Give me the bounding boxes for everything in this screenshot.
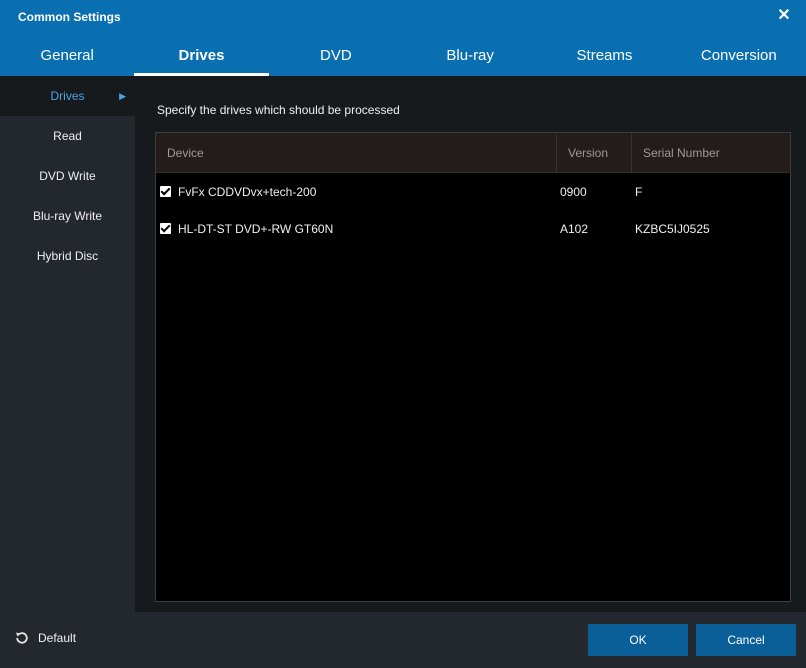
- drives-table: Device Version Serial Number FvFx CDDVDv…: [155, 132, 791, 602]
- sidebar-item-label: Blu-ray Write: [32, 209, 103, 223]
- device-cell: HL-DT-ST DVD+-RW GT60N: [156, 222, 557, 236]
- sidebar-item-drives[interactable]: Drives ▶: [0, 76, 135, 116]
- title-bar: Common Settings ✕ General Drives DVD Blu…: [0, 0, 806, 76]
- table-header: Device Version Serial Number: [156, 133, 790, 173]
- serial-cell: F: [635, 184, 643, 199]
- dialog-footer: Default OK Cancel: [0, 612, 806, 668]
- table-row[interactable]: FvFx CDDVDvx+tech-200 0900 F: [156, 173, 790, 210]
- sidebar-item-label: Read: [53, 129, 82, 143]
- sidebar-item-read[interactable]: Read: [0, 116, 135, 156]
- tab-bar: General Drives DVD Blu-ray Streams Conve…: [0, 40, 806, 76]
- device-name: HL-DT-ST DVD+-RW GT60N: [178, 221, 334, 236]
- version-cell: A102: [560, 221, 589, 236]
- device-name: FvFx CDDVDvx+tech-200: [178, 184, 317, 199]
- sidebar-item-label: DVD Write: [39, 169, 96, 183]
- sidebar-item-hybrid-disc[interactable]: Hybrid Disc: [0, 236, 135, 276]
- reset-icon: [16, 632, 28, 644]
- chevron-right-icon: ▶: [119, 91, 126, 101]
- cancel-button[interactable]: Cancel: [696, 624, 796, 656]
- window-title: Common Settings: [18, 10, 121, 24]
- instruction-text: Specify the drives which should be proce…: [157, 103, 400, 117]
- serial-cell: KZBC5IJ0525: [635, 221, 710, 236]
- device-cell: FvFx CDDVDvx+tech-200: [156, 185, 557, 199]
- sidebar-item-label: Hybrid Disc: [36, 249, 99, 263]
- drives-panel: Specify the drives which should be proce…: [135, 76, 806, 612]
- default-label: Default: [38, 631, 77, 645]
- column-header-device[interactable]: Device: [156, 133, 557, 173]
- ok-button[interactable]: OK: [588, 624, 688, 656]
- checkbox-checked-icon[interactable]: [160, 186, 171, 197]
- close-icon[interactable]: ✕: [776, 6, 792, 26]
- version-cell: 0900: [560, 184, 587, 199]
- checkbox-checked-icon[interactable]: [160, 223, 171, 234]
- tab-general[interactable]: General: [0, 40, 134, 76]
- sidebar-item-dvd-write[interactable]: DVD Write: [0, 156, 135, 196]
- sidebar-item-blu-ray-write[interactable]: Blu-ray Write: [0, 196, 135, 236]
- default-button[interactable]: Default: [14, 630, 76, 646]
- tab-streams[interactable]: Streams: [537, 40, 671, 76]
- column-header-serial-number[interactable]: Serial Number: [632, 133, 790, 173]
- tab-drives[interactable]: Drives: [134, 40, 269, 76]
- column-header-version[interactable]: Version: [557, 133, 632, 173]
- sidebar: Drives ▶ Read DVD Write Blu-ray Write Hy…: [0, 76, 135, 612]
- tab-conversion[interactable]: Conversion: [672, 40, 806, 76]
- tab-blu-ray[interactable]: Blu-ray: [403, 40, 537, 76]
- sidebar-item-label: Drives: [50, 89, 85, 103]
- table-row[interactable]: HL-DT-ST DVD+-RW GT60N A102 KZBC5IJ0525: [156, 210, 790, 247]
- tab-dvd[interactable]: DVD: [269, 40, 403, 76]
